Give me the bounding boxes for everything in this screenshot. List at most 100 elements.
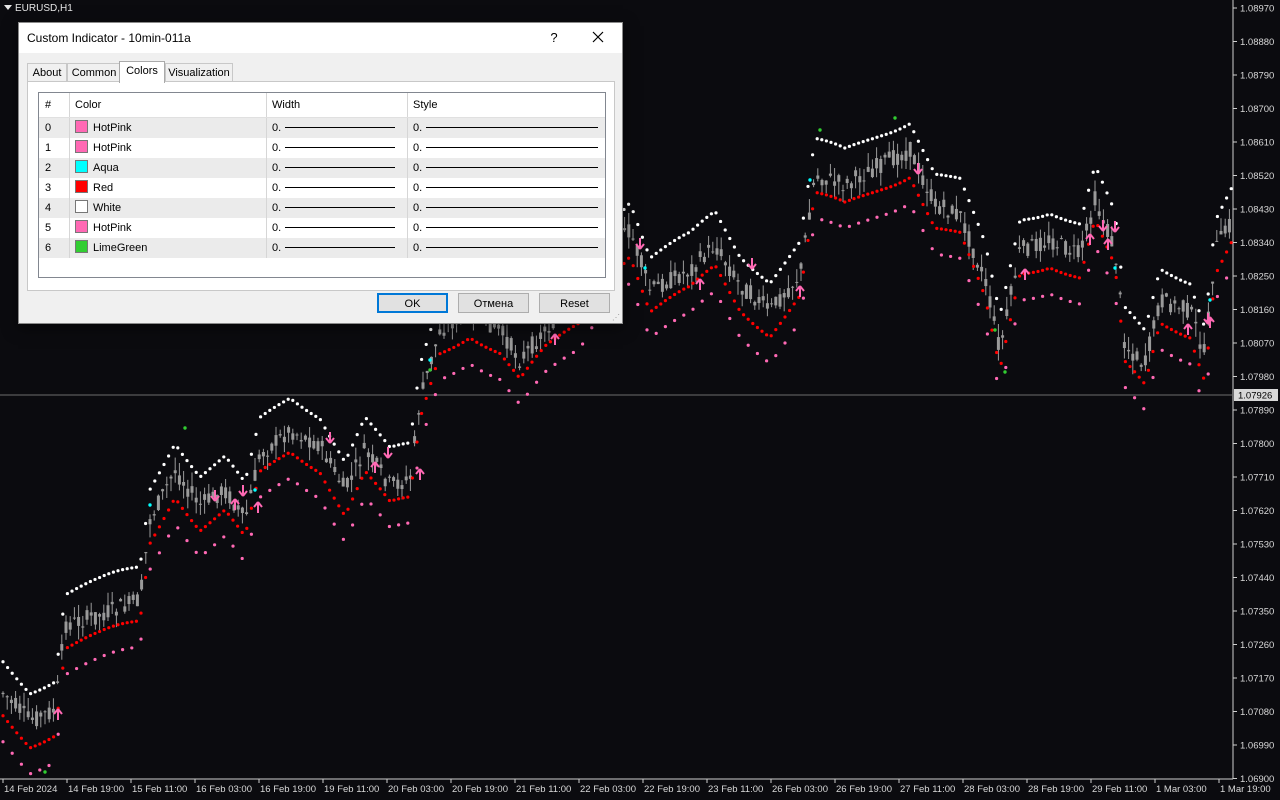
style-cell[interactable]: 0. [408, 158, 605, 178]
indicator-hotpink-dot [1188, 362, 1192, 366]
candle-body [379, 464, 383, 469]
ok-button[interactable]: OK [377, 293, 448, 313]
indicator-red-dot [976, 276, 980, 280]
width-cell[interactable]: 0. [267, 118, 408, 138]
width-cell[interactable]: 0. [267, 158, 408, 178]
indicator-white-dot [728, 236, 732, 241]
table-row[interactable]: 3 Red 0. 0. [39, 178, 605, 198]
indicator-white-dot [121, 568, 125, 572]
time-axis-label: 22 Feb 19:00 [644, 784, 700, 795]
indicator-hotpink-dot [139, 637, 143, 641]
color-cell[interactable]: HotPink [70, 118, 267, 138]
table-row[interactable]: 5 HotPink 0. 0. [39, 218, 605, 238]
color-cell[interactable]: HotPink [70, 218, 267, 238]
style-cell[interactable]: 0. [408, 218, 605, 238]
style-cell[interactable]: 0. [408, 198, 605, 218]
candle-body [438, 329, 442, 335]
indicator-red-dot [153, 533, 157, 537]
indicator-hotpink-dot [654, 331, 658, 335]
indicator-red-dot [332, 496, 336, 500]
table-row[interactable]: 6 LimeGreen 0. 0. [39, 238, 605, 258]
color-cell[interactable]: White [70, 198, 267, 218]
width-cell[interactable]: 0. [267, 178, 408, 198]
candle-body [1076, 245, 1080, 258]
width-cell[interactable]: 0. [267, 218, 408, 238]
style-cell[interactable]: 0. [408, 178, 605, 198]
indicator-red-dot [134, 619, 138, 623]
price-axis-label: 1.08700 [1240, 104, 1274, 115]
indicator-white-dot [677, 236, 681, 240]
indicator-red-dot [231, 518, 235, 522]
candle-body [1034, 238, 1038, 252]
colors-table: # Color Width Style 0 HotPink 0. 0. 1 HotPink… [38, 92, 606, 278]
indicator-hotpink-dot [1087, 268, 1091, 272]
indicator-red-dot [24, 741, 28, 746]
price-axis-label: 1.08520 [1240, 171, 1274, 182]
indicator-white-dot [843, 146, 847, 150]
style-cell[interactable]: 0. [408, 138, 605, 158]
indicator-red-dot [443, 350, 447, 354]
style-line-sample [426, 147, 598, 148]
close-button[interactable] [585, 27, 611, 49]
time-axis-label: 28 Feb 03:00 [964, 784, 1020, 795]
color-cell[interactable]: Aqua [70, 158, 267, 178]
indicator-white-dot [985, 252, 990, 256]
candle-body [669, 272, 673, 289]
color-cell[interactable]: HotPink [70, 138, 267, 158]
indicator-hotpink-dot [755, 351, 760, 356]
indicator-red-dot [548, 340, 553, 344]
indicator-red-dot [1151, 349, 1155, 354]
indicator-hotpink-dot [949, 254, 953, 259]
table-row[interactable]: 0 HotPink 0. 0. [39, 118, 605, 138]
indicator-red-dot [1206, 346, 1210, 350]
indicator-red-dot [277, 457, 281, 461]
indicator-red-dot [1059, 270, 1063, 275]
indicator-white-dot [217, 459, 221, 463]
candle-body [39, 712, 43, 717]
candle-body [975, 264, 979, 268]
cancel-button[interactable]: Отмена [458, 293, 529, 313]
indicator-red-dot [926, 212, 930, 216]
indicator-red-dot [341, 511, 345, 515]
indicator-hotpink-dot [93, 657, 97, 662]
header-color[interactable]: Color [70, 93, 267, 117]
tab-visualization[interactable]: Visualization [165, 63, 233, 82]
indicator-red-dot [360, 476, 364, 480]
indicator-hotpink-dot [682, 313, 686, 317]
tab-colors[interactable]: Colors [119, 61, 165, 83]
dialog-title-bar[interactable]: Custom Indicator - 10min-011a ? [19, 23, 622, 53]
candle-body [1202, 344, 1206, 353]
resize-grip-icon[interactable]: ⋰ [612, 313, 620, 322]
indicator-aqua-dot [643, 266, 647, 270]
table-row[interactable]: 2 Aqua 0. 0. [39, 158, 605, 178]
indicator-red-dot [751, 321, 755, 326]
tab-about[interactable]: About [27, 63, 67, 82]
indicator-white-dot [962, 187, 967, 191]
table-row[interactable]: 1 HotPink 0. 0. [39, 138, 605, 158]
style-cell[interactable]: 0. [408, 238, 605, 258]
color-cell[interactable]: Red [70, 178, 267, 198]
indicator-white-dot [778, 267, 783, 271]
table-row[interactable]: 4 White 0. 0. [39, 198, 605, 218]
width-cell[interactable]: 0. [267, 238, 408, 258]
tab-common[interactable]: Common [67, 63, 121, 82]
indicator-white-dot [659, 248, 663, 252]
candle-body [110, 601, 114, 605]
indicator-white-dot [935, 172, 939, 176]
indicator-white-dot [1229, 187, 1233, 191]
dropdown-triangle-icon[interactable] [4, 5, 12, 10]
indicator-white-dot [378, 433, 382, 437]
indicator-white-dot [981, 234, 985, 239]
indicator-red-dot [1128, 364, 1132, 369]
header-num[interactable]: # [39, 93, 70, 117]
reset-button[interactable]: Reset [539, 293, 610, 313]
width-cell[interactable]: 0. [267, 198, 408, 218]
indicator-hotpink-dot [921, 228, 925, 233]
header-style[interactable]: Style [408, 93, 605, 117]
width-cell[interactable]: 0. [267, 138, 408, 158]
help-button[interactable]: ? [543, 27, 565, 49]
color-cell[interactable]: LimeGreen [70, 238, 267, 258]
style-cell[interactable]: 0. [408, 118, 605, 138]
indicator-white-dot [893, 129, 898, 133]
header-width[interactable]: Width [267, 93, 408, 117]
